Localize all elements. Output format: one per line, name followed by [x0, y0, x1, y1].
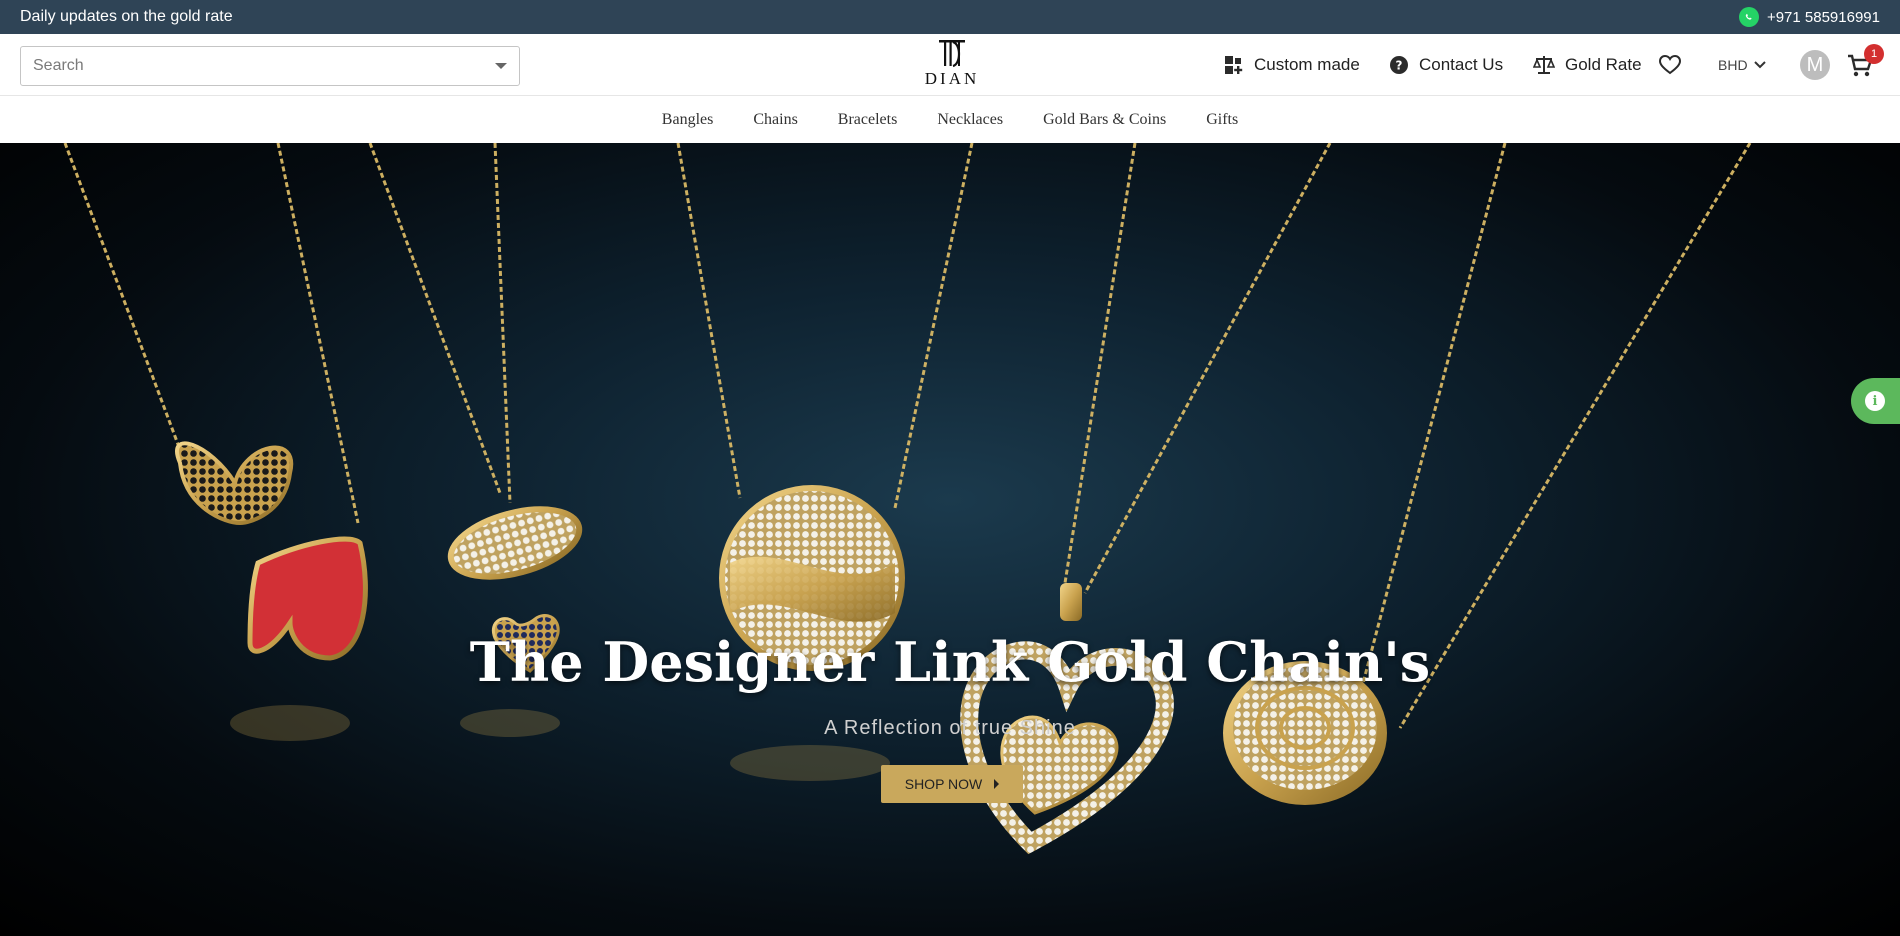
whatsapp-contact[interactable]: +971 585916991 [1738, 7, 1880, 27]
phone-number: +971 585916991 [1766, 8, 1880, 26]
custom-made-label: Custom made [1254, 55, 1360, 74]
category-chains[interactable]: Chains [753, 111, 797, 129]
category-nav: Bangles Chains Bracelets Necklaces Gold … [0, 96, 1900, 143]
help-icon: ? [1390, 56, 1408, 74]
hero-subtitle: A Reflection of true Shine [824, 717, 1076, 739]
hero-jewelry-image [63, 143, 1752, 855]
info-floating-button[interactable]: i [1851, 378, 1900, 424]
search-box[interactable] [20, 46, 520, 86]
gold-rate-link[interactable]: Gold Rate [1533, 34, 1642, 96]
shop-now-button[interactable]: SHOP NOW [881, 765, 1023, 803]
butterfly-pendant [175, 441, 368, 661]
category-necklaces[interactable]: Necklaces [937, 111, 1003, 129]
wishlist-button[interactable] [1659, 34, 1681, 96]
cart-count-badge: 1 [1864, 44, 1884, 64]
category-bangles[interactable]: Bangles [662, 111, 714, 129]
category-gold-bars-coins[interactable]: Gold Bars & Coins [1043, 111, 1166, 129]
currency-selector[interactable]: BHD [1718, 34, 1766, 96]
announcement-bar: Daily updates on the gold rate +971 5859… [0, 0, 1900, 34]
brand-logo[interactable]: DIAN [923, 38, 981, 92]
logo-text: DIAN [924, 69, 980, 88]
site-header: DIAN Custom made ? Contact Us Gold Rate [0, 34, 1900, 96]
chevron-down-icon[interactable] [495, 63, 507, 69]
contact-us-link[interactable]: ? Contact Us [1389, 34, 1503, 96]
gold-rate-label: Gold Rate [1565, 55, 1642, 74]
scale-icon [1533, 56, 1555, 74]
category-bracelets[interactable]: Bracelets [838, 111, 898, 129]
logo-mark [939, 40, 965, 68]
announcement-text: Daily updates on the gold rate [20, 8, 233, 25]
search-input[interactable] [33, 57, 495, 75]
currency-label: BHD [1718, 57, 1748, 73]
user-avatar[interactable]: M [1800, 50, 1830, 80]
hero-title: The Designer Link Gold Chain's [469, 630, 1431, 694]
heart-pendant [960, 583, 1174, 855]
chevron-down-icon [1753, 61, 1766, 69]
dashboard-plus-icon [1225, 56, 1243, 74]
shop-now-label: SHOP NOW [904, 776, 983, 792]
arrow-right-icon [994, 779, 1000, 789]
heart-icon [1659, 55, 1681, 75]
info-icon: i [1865, 391, 1885, 411]
category-gifts[interactable]: Gifts [1206, 111, 1238, 129]
whatsapp-icon [1738, 7, 1759, 27]
svg-text:?: ? [1396, 59, 1403, 73]
contact-us-label: Contact Us [1419, 55, 1504, 74]
hero-banner: The Designer Link Gold Chain's A Reflect… [0, 143, 1900, 936]
custom-made-link[interactable]: Custom made [1224, 34, 1360, 96]
